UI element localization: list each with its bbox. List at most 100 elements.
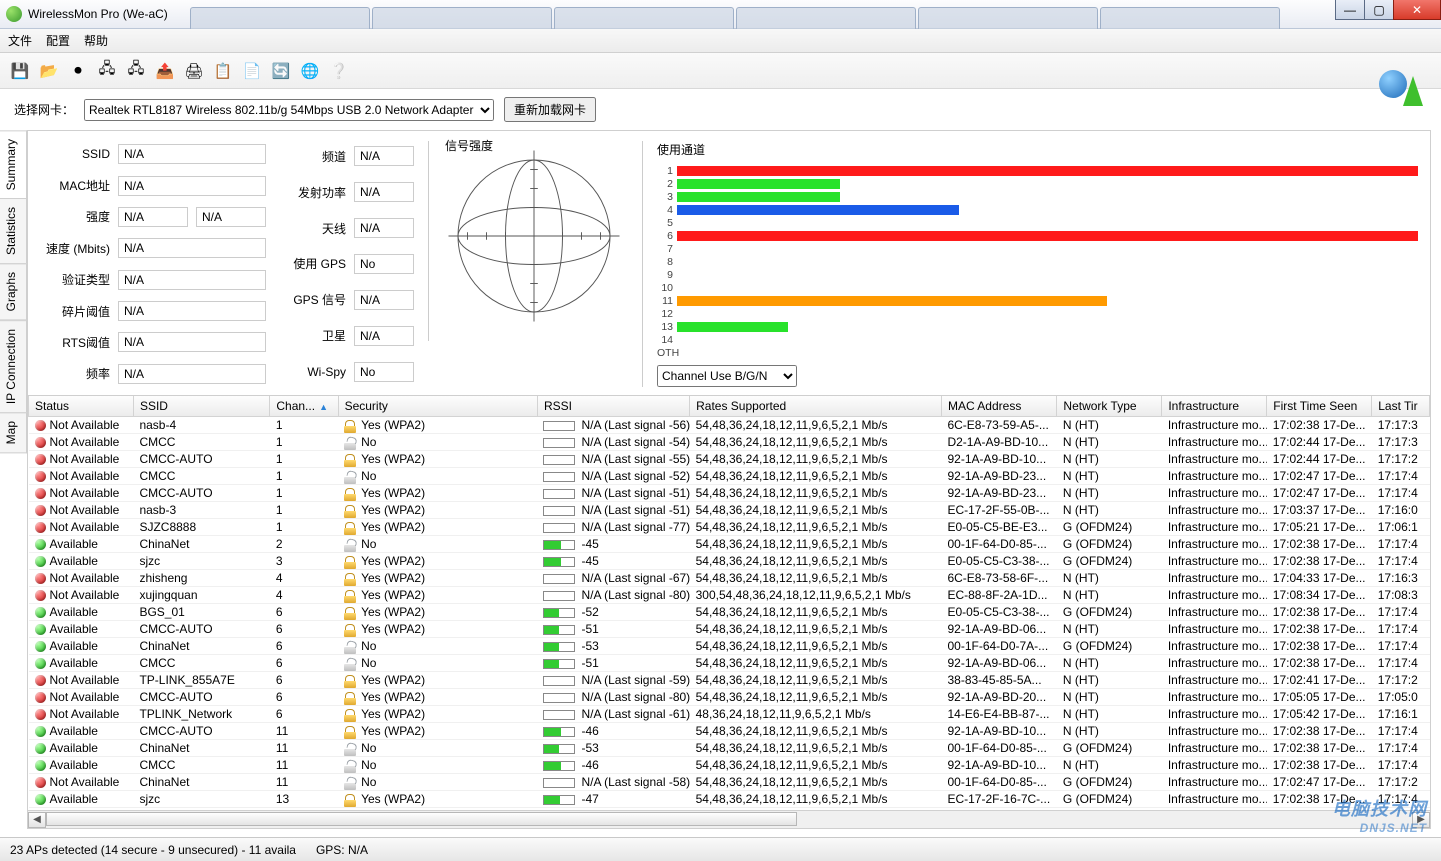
table-cell: 17:02:38 17-De... — [1267, 638, 1372, 655]
table-row[interactable]: AvailableCMCC11No-4654,48,36,24,18,12,11… — [29, 757, 1430, 774]
table-row[interactable]: Not AvailableCMCC1NoN/A (Last signal -54… — [29, 434, 1430, 451]
menu-file[interactable]: 文件 — [8, 32, 32, 49]
refresh-icon[interactable]: 🔄 — [269, 59, 293, 83]
strength-value-2: N/A — [196, 207, 266, 227]
reload-adapter-button[interactable]: 重新加载网卡 — [504, 97, 596, 122]
column-header[interactable]: Security — [338, 396, 537, 417]
table-cell: Infrastructure mo... — [1162, 604, 1267, 621]
table-row[interactable]: AvailableChinaNet11No-5354,48,36,24,18,1… — [29, 740, 1430, 757]
table-cell: 00-1F-64-D0-85-... — [941, 536, 1056, 553]
table-row[interactable]: Not Availablexujingquan4Yes (WPA2)N/A (L… — [29, 587, 1430, 604]
scroll-left-button[interactable]: ◀ — [28, 812, 46, 828]
column-header[interactable]: SSID — [133, 396, 269, 417]
globe-icon[interactable]: 🌐 — [298, 59, 322, 83]
rssi-bar-icon — [543, 761, 575, 771]
table-row[interactable]: Availablesjzc3Yes (WPA2)-4554,48,36,24,1… — [29, 553, 1430, 570]
table-row[interactable]: AvailableChinaNet2No-4554,48,36,24,18,12… — [29, 536, 1430, 553]
print-icon[interactable]: 🖨 — [182, 59, 206, 83]
scroll-thumb[interactable] — [46, 812, 797, 826]
status-dot-icon — [35, 692, 46, 703]
ap-list-table[interactable]: StatusSSIDChan...▲SecurityRSSIRates Supp… — [28, 395, 1430, 810]
channel-number: 4 — [657, 204, 677, 216]
column-header[interactable]: First Time Seen — [1267, 396, 1372, 417]
save-icon[interactable]: 💾 — [8, 59, 32, 83]
table-cell: CMCC-AUTO — [133, 689, 269, 706]
antenna-value: N/A — [354, 218, 414, 238]
table-cell: 17:17:4 — [1372, 536, 1430, 553]
table-cell: N (HT) — [1057, 621, 1162, 638]
table-cell: 17:17:4 — [1372, 638, 1430, 655]
table-cell: 92-1A-A9-BD-06... — [941, 655, 1056, 672]
net-adapter-icon[interactable]: 🖧 — [95, 59, 119, 83]
table-cell: 17:17:3 — [1372, 417, 1430, 434]
table-row[interactable]: Not AvailableCMCC-AUTO6Yes (WPA2)N/A (La… — [29, 689, 1430, 706]
table-row[interactable]: Not Availablenasb-41Yes (WPA2)N/A (Last … — [29, 417, 1430, 434]
table-cell: CMCC — [133, 468, 269, 485]
column-header[interactable]: RSSI — [537, 396, 689, 417]
table-row[interactable]: AvailableChinaNet6No-5354,48,36,24,18,12… — [29, 638, 1430, 655]
table-cell: G (OFDM24) — [1057, 638, 1162, 655]
table-cell: 11 — [270, 757, 338, 774]
column-header[interactable]: Infrastructure — [1162, 396, 1267, 417]
horizontal-scrollbar[interactable]: ◀ ▶ — [28, 810, 1430, 828]
menu-help[interactable]: 帮助 — [84, 32, 108, 49]
copy-icon[interactable]: 📋 — [211, 59, 235, 83]
table-cell: 17:02:44 17-De... — [1267, 434, 1372, 451]
close-button[interactable]: ✕ — [1393, 0, 1441, 20]
table-row[interactable]: AvailableBGS_016Yes (WPA2)-5254,48,36,24… — [29, 604, 1430, 621]
tab-ip-connection[interactable]: IP Connection — [0, 320, 27, 413]
table-cell: 92-1A-A9-BD-23... — [941, 485, 1056, 502]
export-icon[interactable]: 📤 — [153, 59, 177, 83]
adapter-select[interactable]: Realtek RTL8187 Wireless 802.11b/g 54Mbp… — [84, 99, 494, 121]
table-row[interactable]: AvailableCMCC-AUTO6Yes (WPA2)-5154,48,36… — [29, 621, 1430, 638]
column-header[interactable]: Network Type — [1057, 396, 1162, 417]
channel-band-select[interactable]: Channel Use B/G/N — [657, 365, 797, 387]
table-cell: 17:02:38 17-De... — [1267, 604, 1372, 621]
channel-row: 1 — [657, 164, 1418, 177]
table-cell: 17:02:38 17-De... — [1267, 740, 1372, 757]
table-row[interactable]: Not AvailableChinaNet11NoN/A (Last signa… — [29, 774, 1430, 791]
tab-summary[interactable]: Summary — [0, 130, 27, 199]
tab-statistics[interactable]: Statistics — [0, 198, 27, 264]
table-cell: sjzc — [133, 791, 269, 808]
doc-icon[interactable]: 📄 — [240, 59, 264, 83]
table-cell: Infrastructure mo... — [1162, 740, 1267, 757]
column-header[interactable]: Status — [29, 396, 134, 417]
column-header[interactable]: Rates Supported — [690, 396, 942, 417]
table-row[interactable]: Not AvailableTP-LINK_855A7E6Yes (WPA2)N/… — [29, 672, 1430, 689]
table-cell: 13 — [270, 791, 338, 808]
table-cell: 54,48,36,24,18,12,11,9,6,5,2,1 Mb/s — [690, 417, 942, 434]
column-header[interactable]: Last Tir — [1372, 396, 1430, 417]
table-cell: 92-1A-A9-BD-10... — [941, 723, 1056, 740]
table-row[interactable]: Not AvailableCMCC1NoN/A (Last signal -52… — [29, 468, 1430, 485]
help-icon[interactable]: ❔ — [327, 59, 351, 83]
background-tabs — [190, 0, 1280, 29]
window-titlebar: WirelessMon Pro (We-aC) — ▢ ✕ — [0, 0, 1441, 29]
ssid-label: SSID — [40, 147, 110, 161]
table-row[interactable]: Not AvailableTPLINK_Network6Yes (WPA2)N/… — [29, 706, 1430, 723]
net-scan-icon[interactable]: 🖧 — [124, 59, 148, 83]
freq-value: N/A — [118, 364, 266, 384]
tab-graphs[interactable]: Graphs — [0, 263, 27, 320]
table-cell: 48,36,24,18,12,11,9,6,5,2,1 Mb/s — [690, 706, 942, 723]
table-row[interactable]: Availablesjzc13Yes (WPA2)-4754,48,36,24,… — [29, 791, 1430, 808]
table-row[interactable]: AvailableCMCC-AUTO11Yes (WPA2)-4654,48,3… — [29, 723, 1430, 740]
lock-open-icon — [344, 760, 356, 772]
status-dot-icon — [35, 505, 46, 516]
table-row[interactable]: Not AvailableCMCC-AUTO1Yes (WPA2)N/A (La… — [29, 451, 1430, 468]
column-header[interactable]: Chan...▲ — [270, 396, 338, 417]
table-row[interactable]: AvailableCMCC6No-5154,48,36,24,18,12,11,… — [29, 655, 1430, 672]
channel-row: 8 — [657, 255, 1418, 268]
table-row[interactable]: Not AvailableSJZC88881Yes (WPA2)N/A (Las… — [29, 519, 1430, 536]
record-icon[interactable]: ⏺ — [66, 59, 90, 83]
maximize-button[interactable]: ▢ — [1364, 0, 1394, 20]
menu-config[interactable]: 配置 — [46, 32, 70, 49]
column-header[interactable]: MAC Address — [941, 396, 1056, 417]
tab-map[interactable]: Map — [0, 412, 27, 453]
table-cell: G (OFDM24) — [1057, 604, 1162, 621]
table-row[interactable]: Not Availablenasb-31Yes (WPA2)N/A (Last … — [29, 502, 1430, 519]
minimize-button[interactable]: — — [1335, 0, 1365, 20]
table-row[interactable]: Not Availablezhisheng4Yes (WPA2)N/A (Las… — [29, 570, 1430, 587]
open-icon[interactable]: 📂 — [37, 59, 61, 83]
table-row[interactable]: Not AvailableCMCC-AUTO1Yes (WPA2)N/A (La… — [29, 485, 1430, 502]
